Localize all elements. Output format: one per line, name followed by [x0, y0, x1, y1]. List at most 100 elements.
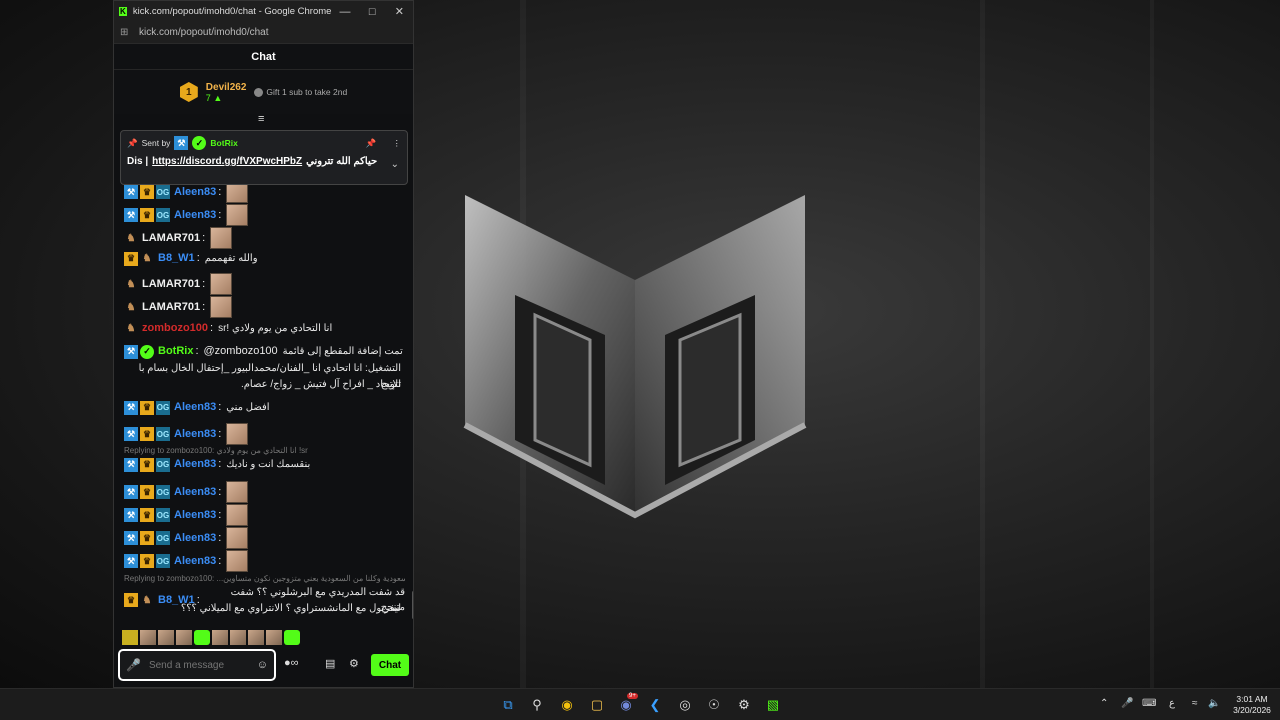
username[interactable]: Aleen83	[174, 185, 216, 200]
emote[interactable]	[176, 630, 192, 645]
chat-message: ♛ ♞ B8_W1: والله تفهممم	[124, 251, 405, 266]
message-text: تمت إضافة المقطع إلى قائمة	[282, 346, 403, 357]
more-options-icon[interactable]: ⋮	[393, 138, 402, 149]
pinned-sender[interactable]: BotRix	[210, 138, 237, 148]
clock-date: 3/20/2026	[1233, 705, 1271, 715]
username[interactable]: LAMAR701	[142, 231, 200, 246]
discord-link[interactable]: https://discord.gg/fVXPwcHPbZ	[152, 156, 302, 167]
username[interactable]: zombozo100	[142, 321, 208, 336]
username[interactable]: Aleen83	[174, 531, 216, 546]
emote[interactable]	[158, 630, 174, 645]
emote[interactable]	[266, 630, 282, 645]
minimize-button[interactable]: —	[331, 6, 358, 18]
reply-preview[interactable]: Replying to zombozo100: ...ي سعودية وكلن…	[124, 574, 405, 583]
username[interactable]: Aleen83	[174, 427, 216, 442]
message-input-box[interactable]: 🎤 ☺	[118, 649, 276, 681]
kick-taskbar-icon[interactable]: ▧	[764, 696, 782, 714]
microphone-icon[interactable]: 🎤	[126, 658, 141, 672]
start-menu-icon[interactable]: ⧉	[499, 696, 517, 714]
username[interactable]: Aleen83	[174, 508, 216, 523]
kick-icon: K	[119, 7, 127, 16]
address-bar[interactable]: ⊞ kick.com/popout/imohd0/chat	[114, 22, 413, 44]
maximize-button[interactable]: □	[359, 6, 386, 18]
obs-icon[interactable]: ◎	[676, 696, 694, 714]
username[interactable]: Aleen83	[174, 400, 216, 415]
search-icon[interactable]: ⚲	[528, 696, 546, 714]
emote	[226, 527, 249, 549]
chat-message: ⚒ ♛ OG Aleen83:	[124, 527, 405, 549]
username[interactable]: Aleen83	[174, 208, 216, 223]
language-indicator[interactable]: ع	[1169, 698, 1175, 709]
emote[interactable]	[194, 630, 210, 645]
chevron-up-icon[interactable]: ⌃	[1100, 698, 1108, 709]
microphone-tray-icon[interactable]: 🎤	[1121, 698, 1133, 709]
clock-time: 3:01 AM	[1236, 694, 1268, 704]
emotes-menu-icon[interactable]: ●∞	[284, 657, 299, 669]
og-badge-icon: OG	[156, 508, 170, 522]
username[interactable]: Aleen83	[174, 457, 216, 472]
emote[interactable]	[140, 630, 156, 645]
emote[interactable]	[248, 630, 264, 645]
url-text: kick.com/popout/imohd0/chat	[139, 27, 269, 38]
emote	[226, 504, 249, 526]
emote[interactable]	[230, 630, 246, 645]
volume-icon[interactable]: 🔈	[1208, 698, 1220, 709]
wifi-icon[interactable]: ≈	[1192, 698, 1198, 709]
username[interactable]: BotRix	[158, 344, 193, 359]
chevron-down-icon[interactable]: ⌄	[391, 159, 399, 170]
username[interactable]: Aleen83	[174, 485, 216, 500]
crown-badge-icon: ♛	[140, 554, 154, 568]
crown-badge-icon: ♛	[140, 400, 154, 415]
username[interactable]: LAMAR701	[142, 277, 200, 292]
username[interactable]: B8_W1	[158, 251, 195, 266]
settings-icon[interactable]: ⚙	[349, 657, 359, 670]
chrome-popup-window: K kick.com/popout/imohd0/chat - Google C…	[113, 0, 414, 688]
username[interactable]: Aleen83	[174, 554, 216, 569]
moderator-badge-icon: ⚒	[174, 136, 189, 150]
gifter-badge-icon: ♞	[142, 253, 152, 264]
unpin-icon[interactable]: 📌	[366, 138, 377, 149]
crown-badge-icon: ♛	[140, 185, 154, 199]
close-button[interactable]: ✕	[386, 5, 413, 18]
store-icon[interactable]: ▤	[325, 657, 335, 670]
leader-name[interactable]: Devil262	[206, 82, 247, 93]
emote[interactable]	[122, 630, 138, 645]
gifter-badge-icon: ♞	[126, 323, 136, 334]
emote	[210, 296, 233, 318]
moderator-badge-icon: ⚒	[124, 531, 138, 545]
file-explorer-icon[interactable]: ▢	[588, 696, 606, 714]
username[interactable]: LAMAR701	[142, 300, 200, 315]
message-text: والله تفهممم	[204, 253, 258, 264]
emote[interactable]	[212, 630, 228, 645]
clock[interactable]: 3:01 AM 3/20/2026	[1228, 694, 1276, 716]
og-badge-icon: OG	[156, 457, 170, 472]
message-text: انا التحادي من يوم ولادي !sr	[218, 323, 333, 334]
chat-message: ⚒ ♛ OG Aleen83:	[124, 204, 405, 226]
moderator-badge-icon: ⚒	[124, 457, 138, 472]
verified-badge-icon: ✓	[140, 344, 154, 359]
send-chat-button[interactable]: Chat	[371, 654, 409, 676]
keyboard-icon[interactable]: ⌨	[1142, 698, 1156, 709]
wallpaper-logo	[463, 195, 807, 519]
site-info-icon[interactable]: ⊞	[120, 27, 134, 38]
chat-message: ⚒ ♛ OG Aleen83: بنقسمك انت و ناديك	[124, 457, 405, 472]
chat-message: ⚒ ✓ BotRix: @zombozo100 تمت إضافة المقطع …	[124, 344, 405, 359]
emoji-icon[interactable]: ☺	[257, 659, 268, 671]
reply-preview[interactable]: Replying to zombozo100: انا التحادي من ي…	[124, 446, 405, 455]
chat-scrollbar[interactable]	[412, 591, 413, 619]
chrome-icon[interactable]: ◉	[558, 696, 576, 714]
crown-badge-icon: ♛	[124, 251, 138, 266]
app-icon[interactable]: ☉	[705, 696, 723, 714]
emote	[210, 273, 233, 295]
filter-icon[interactable]: ≡	[258, 113, 264, 125]
emote	[210, 227, 233, 249]
message-input[interactable]	[148, 659, 257, 671]
steam-icon[interactable]: ⚙	[735, 696, 753, 714]
og-badge-icon: OG	[156, 427, 170, 441]
mention[interactable]: @zombozo100	[204, 344, 278, 359]
crown-badge-icon: ♛	[140, 531, 154, 545]
vscode-icon[interactable]: ❮	[646, 696, 664, 714]
emote[interactable]	[284, 630, 300, 645]
moderator-badge-icon: ⚒	[124, 344, 138, 359]
leader-count: 7 ▲	[205, 92, 223, 103]
